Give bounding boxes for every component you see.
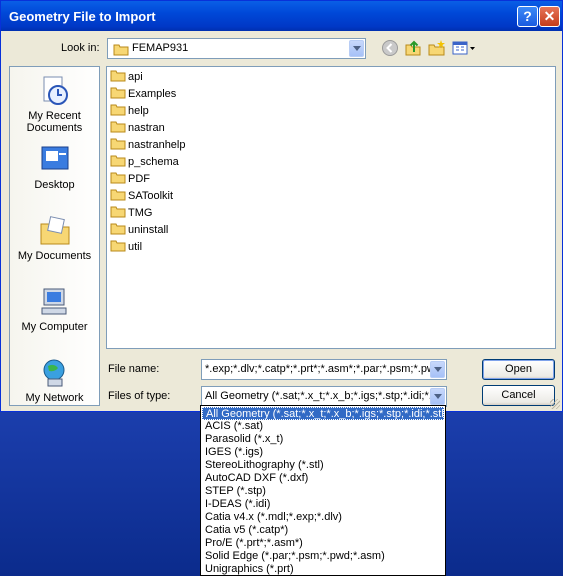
place-recent-line1: My Recent	[28, 110, 81, 122]
chevron-down-icon[interactable]	[430, 361, 445, 378]
folder-icon	[110, 87, 126, 99]
list-item[interactable]: util	[110, 239, 142, 255]
dropdown-option[interactable]: Catia v5 (*.catp*)	[202, 524, 445, 537]
folder-icon	[110, 70, 126, 82]
resize-grip[interactable]	[550, 399, 560, 409]
file-type-dropdown[interactable]: All Geometry (*.sat;*.x_t;*.x_b;*.igs;*.…	[200, 405, 446, 576]
folder-icon	[110, 172, 126, 184]
dropdown-option[interactable]: Pro/E (*.prt*;*.asm*)	[202, 537, 445, 550]
open-button[interactable]: Open	[482, 359, 555, 380]
dropdown-option[interactable]: Solid Edge (*.par;*.psm;*.pwd;*.asm)	[202, 550, 445, 563]
place-desktop-label: Desktop	[34, 179, 75, 191]
folder-icon	[110, 206, 126, 218]
place-my-network-label: My Network	[25, 392, 84, 404]
file-list[interactable]: api Examples help nastran nastranhelp p_…	[106, 66, 556, 349]
place-recent-line2: Documents	[26, 122, 83, 134]
file-name-value: *.exp;*.dlv;*.catp*;*.prt*;*.asm*;*.par;…	[205, 363, 441, 375]
dropdown-option[interactable]: I-DEAS (*.idi)	[202, 498, 445, 511]
list-item[interactable]: SAToolkit	[110, 188, 173, 204]
list-item[interactable]: nastran	[110, 120, 165, 136]
new-folder-icon[interactable]	[428, 39, 446, 57]
folder-icon	[110, 121, 126, 133]
file-type-label: Files of type:	[108, 390, 171, 402]
list-item[interactable]: Examples	[110, 86, 176, 102]
place-my-computer-label: My Computer	[21, 321, 88, 333]
chevron-down-icon[interactable]	[430, 388, 445, 405]
look-in-label: Look in:	[61, 42, 100, 54]
place-my-computer[interactable]: My Computer	[10, 286, 99, 333]
list-item[interactable]: PDF	[110, 171, 150, 187]
dropdown-option[interactable]: Catia v4.x (*.mdl;*.exp;*.dlv)	[202, 511, 445, 524]
desktop-icon	[41, 146, 68, 170]
close-button[interactable]: ✕	[539, 6, 560, 27]
list-item[interactable]: uninstall	[110, 222, 168, 238]
dropdown-option[interactable]: AutoCAD DXF (*.dxf)	[202, 472, 445, 485]
folder-icon	[110, 138, 126, 150]
dropdown-option[interactable]: Unigraphics (*.prt)	[202, 563, 445, 575]
cancel-button[interactable]: Cancel	[482, 385, 555, 406]
dropdown-option[interactable]: StereoLithography (*.stl)	[202, 459, 445, 472]
folder-icon	[110, 240, 126, 252]
place-my-documents-label: My Documents	[17, 250, 92, 262]
list-item[interactable]: nastranhelp	[110, 137, 186, 153]
list-item[interactable]: p_schema	[110, 154, 179, 170]
folder-icon	[110, 189, 126, 201]
place-my-documents[interactable]: My Documents	[10, 215, 99, 262]
file-dialog: Geometry File to Import ? ✕ Look in: FEM…	[0, 0, 563, 412]
file-name-field[interactable]: *.exp;*.dlv;*.catp*;*.prt*;*.asm*;*.par;…	[201, 359, 447, 380]
back-icon[interactable]	[381, 39, 399, 57]
places-bar: My Recent Documents Desktop My Documents	[9, 66, 100, 406]
up-folder-icon[interactable]	[404, 39, 422, 57]
place-recent-documents[interactable]: My Recent Documents	[10, 75, 99, 134]
my-documents-icon	[40, 216, 69, 245]
help-button[interactable]: ?	[517, 6, 538, 27]
dropdown-option[interactable]: ACIS (*.sat)	[202, 420, 445, 433]
file-type-value: All Geometry (*.sat;*.x_t;*.x_b;*.igs;*.…	[205, 390, 430, 402]
place-my-network[interactable]: My Network	[10, 357, 99, 404]
list-item[interactable]: api	[110, 69, 143, 85]
title-bar[interactable]: Geometry File to Import ? ✕	[1, 1, 562, 31]
folder-icon	[110, 155, 126, 167]
my-computer-icon	[41, 288, 66, 315]
dropdown-option[interactable]: Parasolid (*.x_t)	[202, 433, 445, 446]
my-network-icon	[43, 359, 64, 387]
look-in-combo[interactable]: FEMAP931	[107, 38, 366, 59]
place-desktop[interactable]: Desktop	[10, 144, 99, 191]
folder-icon	[110, 104, 126, 116]
window-title: Geometry File to Import	[9, 9, 156, 24]
folder-icon	[110, 223, 126, 235]
file-name-label: File name:	[108, 363, 160, 375]
list-item[interactable]: help	[110, 103, 149, 119]
dropdown-option[interactable]: IGES (*.igs)	[202, 446, 445, 459]
list-item[interactable]: TMG	[110, 205, 152, 221]
dropdown-option[interactable]: All Geometry (*.sat;*.x_t;*.x_b;*.igs;*.…	[202, 407, 444, 420]
folder-icon	[113, 44, 129, 56]
recent-documents-icon	[43, 76, 68, 105]
look-in-value: FEMAP931	[132, 42, 189, 54]
views-menu-icon[interactable]	[452, 39, 476, 57]
chevron-down-icon[interactable]	[349, 40, 364, 57]
dropdown-option[interactable]: STEP (*.stp)	[202, 485, 445, 498]
file-type-combo[interactable]: All Geometry (*.sat;*.x_t;*.x_b;*.igs;*.…	[201, 386, 447, 407]
